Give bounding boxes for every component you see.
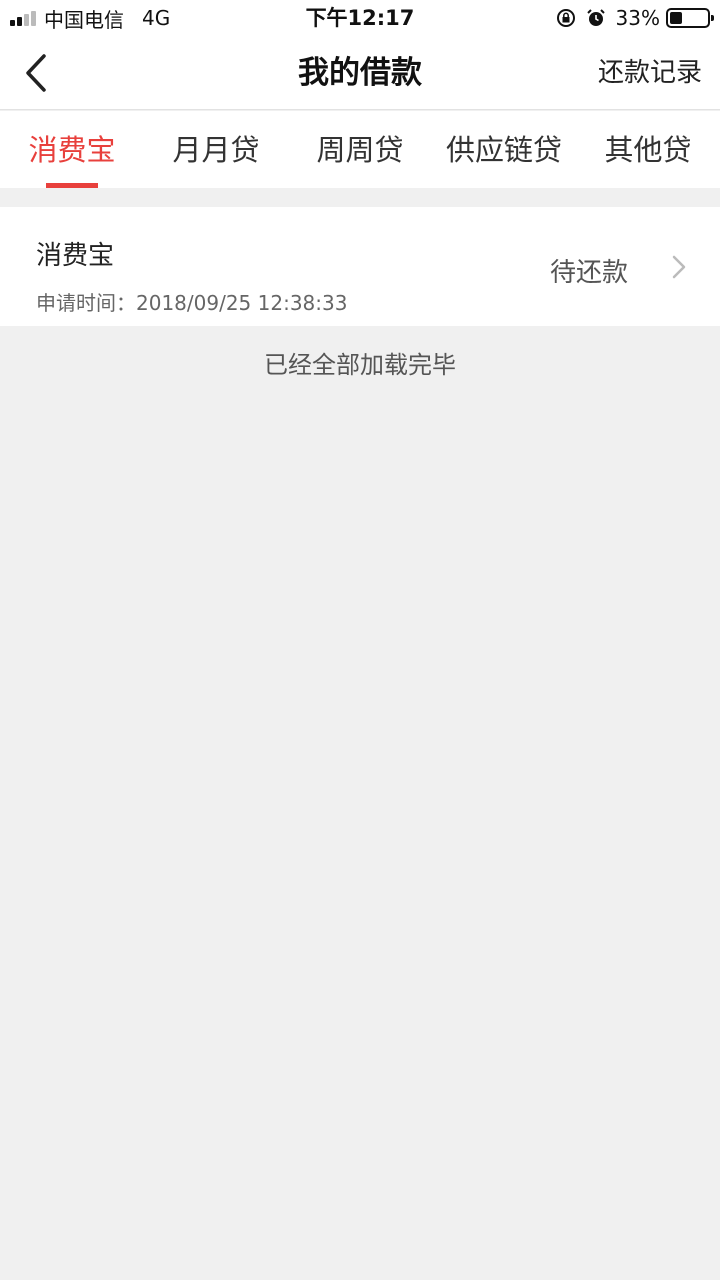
alarm-icon [586,9,605,26]
battery-fill [670,12,682,24]
tab-qitadai[interactable]: 其他贷 [576,111,720,188]
tab-zhouzhoudai[interactable]: 周周贷 [288,111,432,188]
loan-list-item[interactable]: 消费宝 申请时间：2018/09/25 12:38:33 待还款 [0,207,720,326]
back-button[interactable] [20,50,64,96]
chevron-left-icon [26,54,46,92]
status-bar: 中国电信 4G 下午12:17 33% [0,0,720,36]
tab-yueyuedai[interactable]: 月月贷 [144,111,288,188]
battery-percent: 33% [615,6,660,30]
loan-name: 消费宝 [36,241,115,271]
repayment-records-button[interactable]: 还款记录 [598,36,702,110]
tab-gongyinglian[interactable]: 供应链贷 [432,111,576,188]
loan-status: 待还款 [549,258,628,288]
all-loaded-message: 已经全部加载完毕 [264,351,456,379]
status-right: 33% [556,0,714,36]
tab-xiaofeibao[interactable]: 消费宝 [0,111,144,188]
loan-apply-time: 申请时间：2018/09/25 12:38:33 [36,287,347,316]
apply-time-label: 申请时间： [36,291,136,315]
rotation-lock-icon [556,9,575,27]
battery-icon [666,8,714,28]
chevron-right-icon [672,255,686,279]
navigation-bar: 我的借款 还款记录 [0,36,720,110]
apply-time-value: 2018/09/25 12:38:33 [136,291,348,315]
loan-type-tabs: 消费宝 月月贷 周周贷 供应链贷 其他贷 [0,111,720,188]
